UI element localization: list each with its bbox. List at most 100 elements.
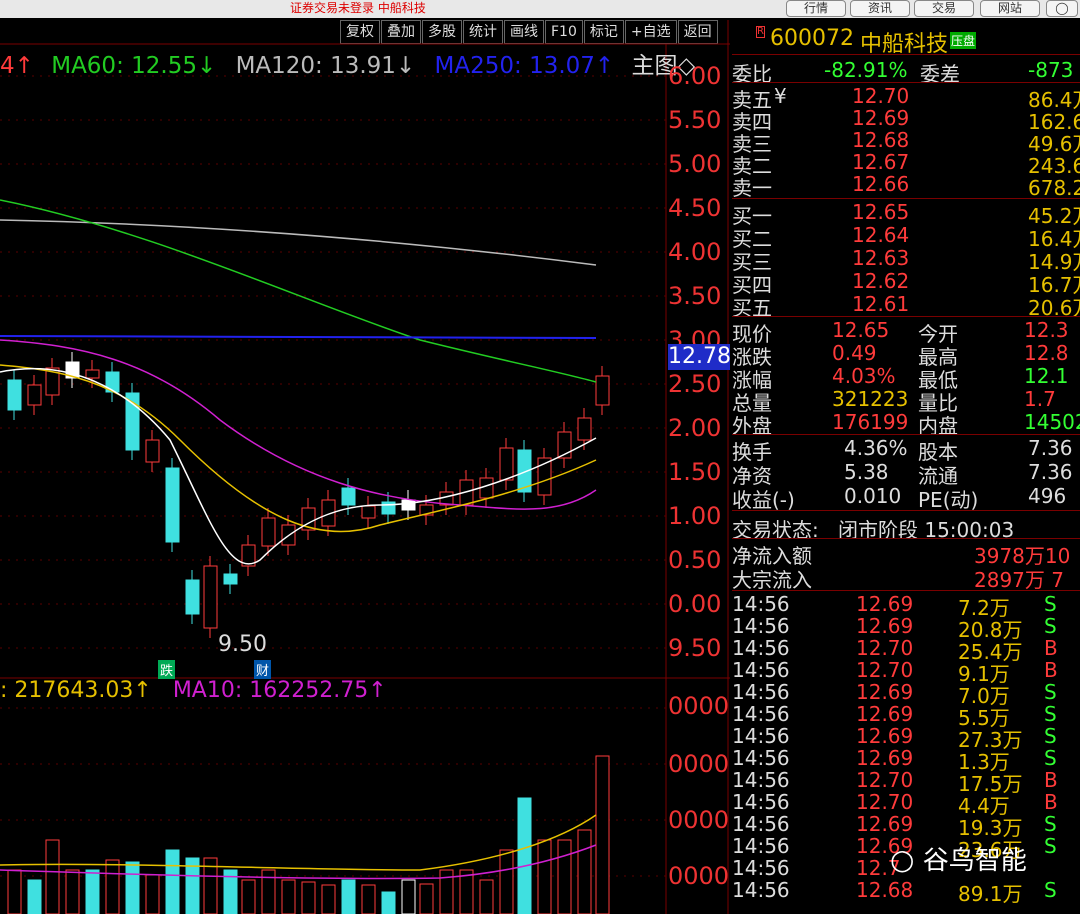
volume-bar <box>577 829 592 914</box>
volume-bar <box>595 755 610 914</box>
candle-body <box>27 384 42 406</box>
price-axis-label: 5.50 <box>668 106 722 134</box>
volume-bar <box>27 879 42 914</box>
tick-row: 14:56 12.70 4.4万 B <box>732 790 1058 818</box>
watermark: ○ 谷鸟智能 <box>890 840 1027 877</box>
top-button-news[interactable]: 资讯 <box>850 0 910 17</box>
ma20-line <box>0 339 597 510</box>
vol-ma10-label: MA10: 162252.75↑ <box>172 678 387 703</box>
tick-row: 14:56 12.70 9.1万 B <box>732 658 1058 686</box>
price-axis-label: 4.00 <box>668 238 722 266</box>
bid-level-row: 买三12.6314.9万 <box>732 246 1080 274</box>
ask-level-row: 卖一12.66678.2万 <box>732 172 1080 200</box>
ma250-line <box>0 335 597 339</box>
candle-body <box>499 447 514 481</box>
weibi-value: -82.91% <box>824 58 908 82</box>
top-button-trade[interactable]: 交易 <box>914 0 974 17</box>
price-axis-label: 0.00 <box>668 590 722 618</box>
price-axis-label: 2.50 <box>668 370 722 398</box>
candle-body <box>203 565 218 629</box>
price-axis-label: 2.00 <box>668 414 722 442</box>
volume-bar <box>537 839 552 914</box>
stock-tag: 压盘 <box>950 32 977 49</box>
stock-title: R 600072 中船科技 压盘 <box>732 26 1080 57</box>
volume-bar <box>145 874 160 914</box>
vol-axis-label-3: 0000 <box>668 806 730 834</box>
volume-bar <box>165 849 180 914</box>
kline-chart[interactable] <box>0 0 730 914</box>
tick-row: 14:56 12.69 27.3万 S <box>732 724 1057 752</box>
ma120-label: MA120: 13.91↓ <box>235 53 416 79</box>
volume-bar <box>517 797 532 914</box>
volume-bar <box>45 839 60 914</box>
tick-row: 14:56 12.69 7.0万 S <box>732 680 1057 708</box>
fundamental-row: 净资 5.38 流通 7.36 <box>732 460 1073 488</box>
block-flow-row: 大宗流入 2897万 7 <box>732 564 1080 592</box>
low-price-marker: 9.50 <box>218 632 267 657</box>
quote-stat-row: 总量 321223 量比 1.7 <box>732 387 1056 415</box>
minimize-icon[interactable]: ◯ <box>1046 0 1078 17</box>
tick-row: 14:56 12.69 7.2万 S <box>732 592 1057 620</box>
volume-bar <box>361 884 376 914</box>
volume-bar <box>321 884 336 914</box>
weibi-row: 委比 -82.91% 委差 -873 <box>732 58 1074 86</box>
event-marker-drop[interactable]: 跌 <box>158 660 176 679</box>
tick-row: 14:56 12.69 1.3万 S <box>732 746 1057 774</box>
ma-legend: 4↑ MA60: 12.55↓ MA120: 13.91↓ MA250: 13.… <box>0 46 695 80</box>
price-axis-label: 1.00 <box>668 502 722 530</box>
bid-level-row: 买四12.6216.7万 <box>732 269 1080 297</box>
price-axis-label: 1.50 <box>668 458 722 486</box>
ma60-label: MA60: 12.55↓ <box>51 53 217 79</box>
volume-bar <box>301 881 316 914</box>
volume-bar <box>65 869 80 914</box>
price-axis-label: 5.00 <box>668 150 722 178</box>
candle-body <box>595 375 610 406</box>
vol-axis-label-4: 0000 <box>668 862 730 890</box>
top-button-website[interactable]: 网站 <box>980 0 1040 17</box>
watermark-text: 谷鸟智能 <box>922 846 1027 876</box>
bid-level-row: 买二12.6416.4万 <box>732 223 1080 251</box>
candle-body <box>341 487 356 506</box>
current-price-tag: 12.78 <box>668 344 731 370</box>
quote-stat-row: 涨跌 0.49 最高 12.8 <box>732 341 1069 369</box>
event-marker-finance[interactable]: 财 <box>254 660 272 679</box>
tick-row: 14:56 12.70 17.5万 B <box>732 768 1058 796</box>
fundamental-row: 换手 4.36% 股本 7.36 <box>732 436 1073 464</box>
volume-bar <box>241 879 256 914</box>
volume-bar <box>401 879 416 914</box>
ma120-line <box>0 219 597 266</box>
candle-body <box>165 467 180 543</box>
trade-status-row: 交易状态: 闭市阶段 15:00:03 <box>732 514 1080 542</box>
vol-axis-label-2: 0000 <box>668 750 730 778</box>
candle-body <box>185 579 200 615</box>
ma-prefix: 4↑ <box>0 53 34 79</box>
quote-stat-row: 涨幅 4.03% 最低 12.1 <box>732 364 1069 392</box>
tick-row: 14:56 12.69 20.8万 S <box>732 614 1057 642</box>
candle-body <box>577 417 592 441</box>
bid-level-row: 买五12.6120.6万 <box>732 292 1080 320</box>
candle-body <box>145 439 160 463</box>
quote-stat-row: 外盘176199内盘14502 <box>732 410 1080 438</box>
candle-body <box>85 369 100 379</box>
ask-level-row: 卖二12.67243.6万 <box>732 150 1080 178</box>
volume-bar <box>557 839 572 914</box>
volume-bar <box>341 879 356 914</box>
netflow-row: 净流入额 3978万10 <box>732 540 1080 568</box>
price-axis-label: 0.50 <box>668 546 722 574</box>
volume-bar <box>479 879 494 914</box>
price-axis-label: 6.00 <box>668 62 722 90</box>
candle-body <box>381 501 396 515</box>
top-button-market[interactable]: 行情 <box>786 0 846 17</box>
tick-row: 14:56 12.69 5.5万 S <box>732 702 1057 730</box>
candle-body <box>361 505 376 519</box>
volume-bar <box>281 879 296 914</box>
tick-row: 14:56 12.68 89.1万 S <box>732 878 1057 906</box>
candle-body <box>261 517 276 547</box>
ma60-line <box>0 199 597 383</box>
ask-level-row: 卖五¥12.7086.4万 <box>732 84 1080 112</box>
ask-level-row: 卖四12.69162.6万 <box>732 106 1080 134</box>
volume-bar <box>381 891 396 914</box>
volume-legend: : 217643.03↑ MA10: 162252.75↑ <box>0 678 387 703</box>
quote-stat-row: 现价 12.65 今开 12.3 <box>732 318 1069 346</box>
ask-level-row: 卖三12.6849.6万 <box>732 128 1080 156</box>
